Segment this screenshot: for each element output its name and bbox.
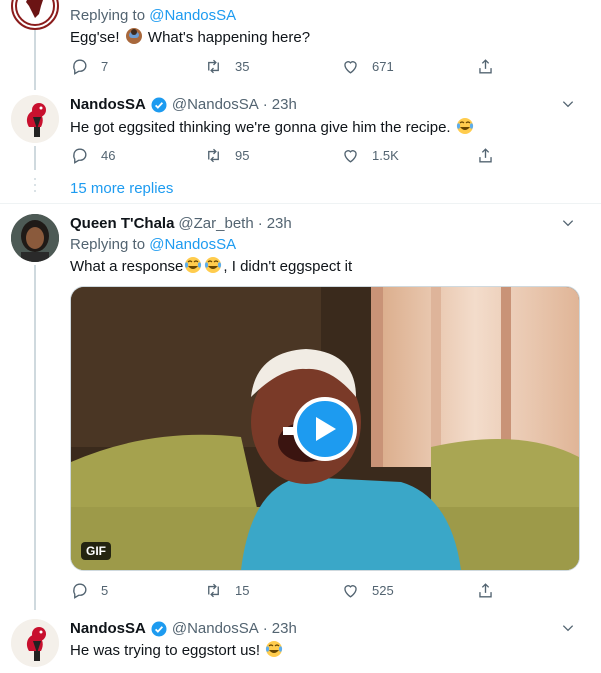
- tweet-text: Egg'se! What's happening here?: [70, 28, 311, 46]
- divider: [0, 203, 601, 204]
- display-name[interactable]: Queen T'Chala: [70, 214, 174, 234]
- tears-of-joy-emoji-icon: [266, 641, 283, 657]
- retweet-count: 35: [235, 58, 250, 74]
- heart-icon: [344, 584, 357, 598]
- tweet-text: He was trying to eggstort us!: [70, 640, 284, 661]
- heart-icon: [344, 149, 357, 163]
- reply-count: 46: [101, 147, 116, 163]
- retweet-button[interactable]: 95: [204, 144, 249, 166]
- thread-line: [34, 146, 36, 170]
- tweet-actions: 7 35 671: [70, 55, 500, 77]
- retweet-icon: [208, 583, 219, 597]
- share-button[interactable]: [476, 579, 495, 601]
- chevron-down-icon[interactable]: [561, 621, 575, 635]
- retweet-icon: [208, 148, 219, 162]
- share-button[interactable]: [476, 55, 495, 77]
- avatar[interactable]: [11, 0, 59, 30]
- thread-line: [34, 265, 36, 610]
- tweet-actions: 46 95 1.5K: [70, 144, 500, 166]
- share-button[interactable]: [476, 144, 495, 166]
- handle[interactable]: @Zar_beth: [178, 214, 253, 234]
- reply-count: 5: [101, 582, 109, 598]
- tweet-header: Queen T'Chala @Zar_beth · 23h: [70, 214, 292, 234]
- separator: ·: [262, 620, 268, 637]
- share-icon: [479, 582, 492, 598]
- avatar[interactable]: [11, 95, 59, 143]
- tears-of-joy-emoji-icon: [456, 118, 473, 134]
- display-name[interactable]: NandosSA: [70, 619, 146, 639]
- reply-icon: [73, 58, 87, 75]
- display-name[interactable]: NandosSA: [70, 95, 146, 115]
- nandos-logo-icon: [11, 619, 59, 667]
- thread-line: [34, 30, 36, 90]
- gif-media[interactable]: GIF: [70, 286, 580, 571]
- mention-link[interactable]: @NandosSA: [149, 236, 236, 253]
- retweet-icon: [208, 59, 219, 73]
- reply-button[interactable]: 7: [70, 55, 108, 77]
- chevron-down-icon[interactable]: [561, 97, 575, 111]
- like-button[interactable]: 1.5K: [341, 144, 399, 166]
- tweet-header: NandosSA @NandosSA · 23h: [70, 619, 297, 639]
- reply-icon: [73, 147, 87, 164]
- reply-button[interactable]: 5: [70, 579, 108, 601]
- tweet-text: What a response , I didn't eggspect it: [70, 257, 353, 275]
- avatar[interactable]: [11, 214, 59, 262]
- retweet-count: 95: [235, 147, 250, 163]
- like-button[interactable]: 525: [341, 579, 394, 601]
- timestamp[interactable]: 23h: [267, 214, 292, 234]
- reply-button[interactable]: 46: [70, 144, 115, 166]
- user-photo-icon: [11, 214, 59, 262]
- face-palm-emoji-icon: [125, 28, 142, 44]
- reply-icon: [73, 582, 87, 599]
- africa-logo-icon: [15, 0, 55, 26]
- verified-badge-icon: [151, 97, 167, 113]
- retweet-count: 15: [235, 582, 250, 598]
- tweet-header: NandosSA @NandosSA · 23h: [70, 95, 297, 115]
- share-icon: [479, 147, 492, 163]
- reply-count: 7: [101, 58, 109, 74]
- mention-link[interactable]: @NandosSA: [149, 7, 236, 24]
- timestamp[interactable]: 23h: [272, 95, 297, 115]
- chevron-down-icon[interactable]: [561, 216, 575, 230]
- like-count: 525: [372, 582, 394, 598]
- nandos-logo-icon: [11, 95, 59, 143]
- tears-of-joy-emoji-icon: [185, 257, 202, 273]
- replying-to: Replying to @NandosSA: [70, 7, 237, 24]
- share-icon: [479, 58, 492, 74]
- play-button[interactable]: [293, 396, 357, 461]
- retweet-button[interactable]: 35: [204, 55, 249, 77]
- tweet-actions: 5 15 525: [70, 579, 500, 601]
- like-count: 1.5K: [372, 147, 399, 163]
- thread-dots: [34, 178, 36, 196]
- gif-badge: GIF: [81, 542, 111, 560]
- like-count: 671: [372, 58, 394, 74]
- timestamp[interactable]: 23h: [272, 619, 297, 639]
- retweet-button[interactable]: 15: [204, 579, 249, 601]
- replying-to: Replying to @NandosSA: [70, 236, 237, 253]
- separator: ·: [257, 215, 263, 232]
- avatar[interactable]: [11, 619, 59, 667]
- heart-icon: [344, 60, 357, 74]
- play-icon: [316, 416, 336, 441]
- tears-of-joy-emoji-icon: [205, 257, 222, 273]
- handle[interactable]: @NandosSA: [172, 95, 259, 115]
- show-more-replies-link[interactable]: 15 more replies: [70, 179, 173, 199]
- verified-badge-icon: [151, 621, 167, 637]
- like-button[interactable]: 671: [341, 55, 394, 77]
- separator: ·: [262, 96, 268, 113]
- handle[interactable]: @NandosSA: [172, 619, 259, 639]
- tweet-text: He got eggsited thinking we're gonna giv…: [70, 117, 475, 138]
